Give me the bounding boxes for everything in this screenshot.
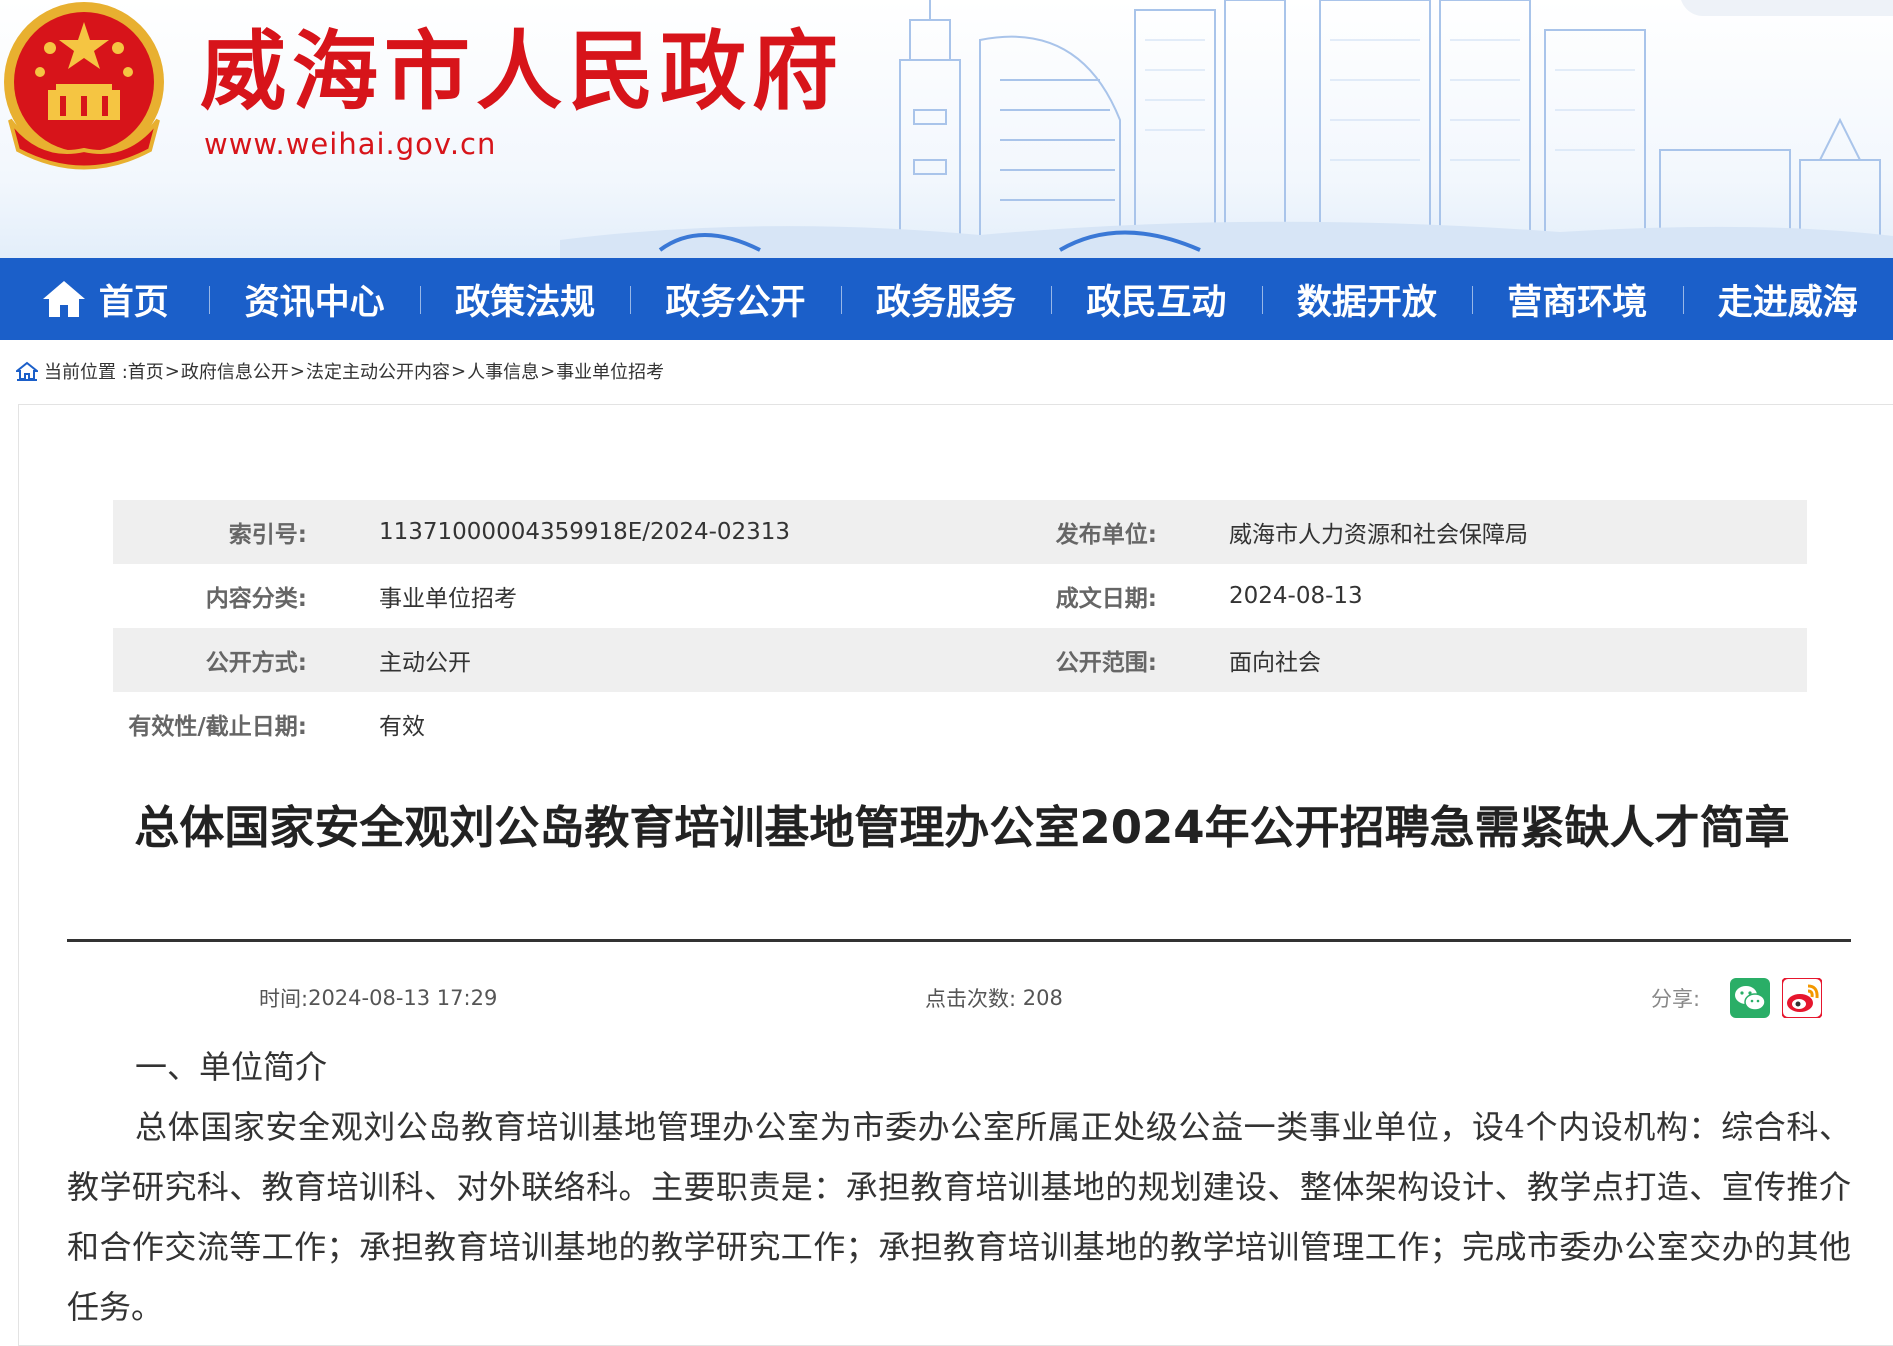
click-count-label: 点击次数:	[925, 987, 1017, 1011]
breadcrumb-home[interactable]: 首页	[128, 358, 164, 384]
nav-item-label: 资讯中心	[244, 282, 385, 323]
nav-item-gov-services[interactable]: 政务服务	[840, 258, 1051, 340]
article-title: 总体国家安全观刘公岛教育培训基地管理办公室2024年公开招聘急需紧缺人才简章	[134, 801, 1790, 854]
breadcrumb-separator: >	[289, 360, 305, 382]
breadcrumb-separator: >	[164, 360, 180, 382]
nav-item-interaction[interactable]: 政民互动	[1051, 258, 1261, 340]
wechat-icon[interactable]	[1730, 978, 1771, 1018]
share-label: 分享:	[1651, 987, 1701, 1011]
meta-row: 内容分类: 事业单位招考 成文日期: 2024-08-13	[113, 564, 1807, 628]
breadcrumb-personnel[interactable]: 人事信息	[467, 358, 539, 384]
meta-value: 11371000004359918E/2024-02313	[379, 519, 791, 545]
publish-time-label: 时间:	[259, 987, 309, 1011]
meta-row: 有效性/截止日期: 有效	[113, 692, 1807, 756]
breadcrumb-gov-info[interactable]: 政府信息公开	[181, 358, 289, 384]
meta-label: 有效性/截止日期:	[128, 714, 307, 740]
city-skyline-illustration	[560, 0, 1893, 258]
weibo-icon[interactable]	[1782, 978, 1823, 1018]
nav-item-label: 数据开放	[1296, 282, 1437, 323]
body-paragraph: 总体国家安全观刘公岛教育培训基地管理办公室为市委办公室所属正处级公益一类事业单位…	[67, 1108, 1851, 1326]
nav-item-about-weihai[interactable]: 走进威海	[1682, 258, 1893, 340]
meta-label: 内容分类:	[205, 586, 307, 612]
nav-item-label: 政务公开	[665, 282, 806, 323]
site-url: www.weihai.gov.cn	[204, 127, 497, 161]
meta-label: 公开范围:	[1055, 650, 1157, 676]
nav-item-label: 首页	[98, 282, 169, 323]
section-heading: 一、单位简介	[135, 1048, 328, 1086]
meta-label: 发布单位:	[1055, 522, 1157, 548]
nav-item-policy[interactable]: 政策法规	[419, 258, 630, 340]
nav-item-label: 政务服务	[875, 282, 1016, 323]
nav-item-label: 走进威海	[1717, 282, 1858, 323]
meta-label: 成文日期:	[1055, 586, 1157, 612]
article-container: 索引号: 11371000004359918E/2024-02313 发布单位:…	[18, 404, 1893, 1346]
meta-row: 索引号: 11371000004359918E/2024-02313 发布单位:…	[113, 500, 1807, 564]
nav-item-business[interactable]: 营商环境	[1472, 258, 1682, 340]
header-search-pill[interactable]	[1680, 0, 1893, 16]
nav-item-label: 政策法规	[455, 282, 596, 323]
nav-item-gov-affairs[interactable]: 政务公开	[630, 258, 840, 340]
meta-value: 面向社会	[1229, 650, 1321, 676]
meta-table: 索引号: 11371000004359918E/2024-02313 发布单位:…	[113, 500, 1807, 756]
nav-item-label: 政民互动	[1086, 282, 1227, 323]
nav-item-label: 营商环境	[1507, 282, 1648, 323]
meta-value: 事业单位招考	[379, 586, 517, 612]
click-count: 点击次数: 208	[925, 983, 1063, 1013]
breadcrumb-recruitment[interactable]: 事业单位招考	[556, 358, 664, 384]
nav-item-home[interactable]: 首页	[0, 258, 209, 340]
breadcrumb-statutory[interactable]: 法定主动公开内容	[306, 358, 450, 384]
meta-value: 主动公开	[379, 650, 471, 676]
main-nav: 首页 资讯中心 政策法规 政务公开 政务服务 政民互动 数据开放 营商环境 走进…	[0, 258, 1893, 340]
breadcrumb-prefix: 当前位置 :	[44, 362, 128, 383]
breadcrumb-separator: >	[540, 360, 556, 382]
share-bar: 分享:	[1651, 978, 1823, 1018]
click-count-value: 208	[1022, 986, 1063, 1010]
publish-time-value: 2024-08-13 17:29	[308, 986, 498, 1010]
meta-value: 有效	[379, 714, 425, 740]
publish-time: 时间: 2024-08-13 17:29	[259, 983, 497, 1013]
breadcrumb-separator: >	[450, 360, 467, 382]
meta-label: 公开方式:	[205, 650, 307, 676]
home-icon	[42, 281, 85, 317]
header-banner: 威海市人民政府 www.weihai.gov.cn	[0, 0, 1893, 258]
breadcrumb: 当前位置 : 首页 > 政府信息公开 > 法定主动公开内容 > 人事信息 > 事业单位招…	[16, 356, 664, 386]
nav-item-open-data[interactable]: 数据开放	[1261, 258, 1472, 340]
meta-row: 公开方式: 主动公开 公开范围: 面向社会	[113, 628, 1807, 692]
nav-item-news[interactable]: 资讯中心	[209, 258, 419, 340]
meta-value: 2024-08-13	[1229, 583, 1363, 609]
home-icon	[16, 361, 38, 381]
meta-value: 威海市人力资源和社会保障局	[1229, 522, 1528, 548]
national-emblem-icon	[4, 2, 164, 170]
meta-label: 索引号:	[228, 522, 307, 548]
title-divider	[67, 939, 1851, 942]
